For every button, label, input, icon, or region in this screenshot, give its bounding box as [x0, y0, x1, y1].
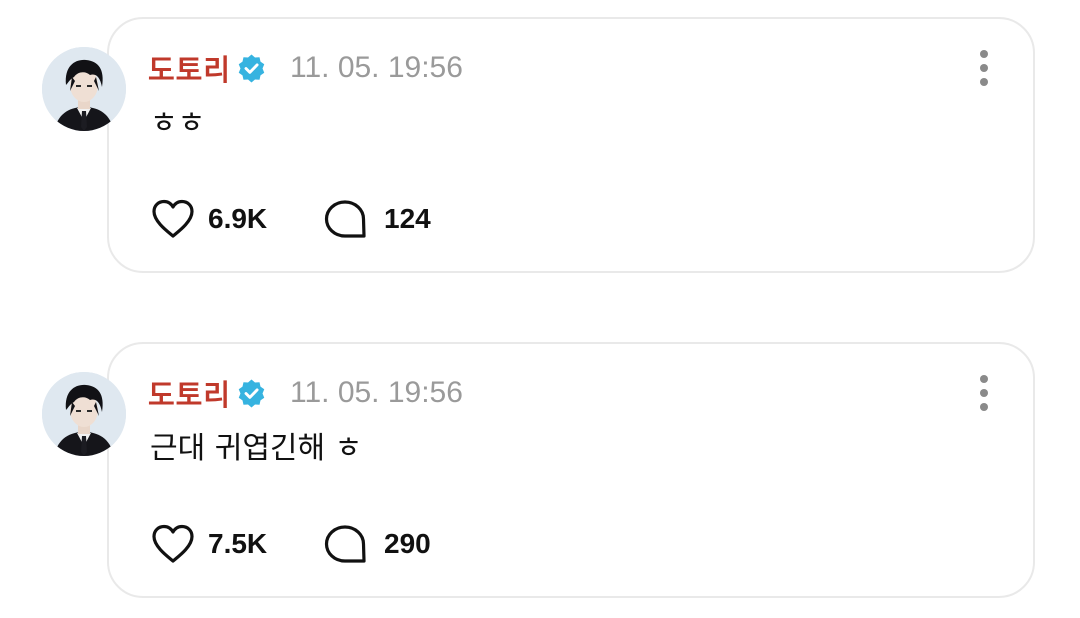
reply-count: 124: [384, 203, 431, 234]
verified-badge-icon: [238, 53, 265, 83]
comment-bubble-icon: [324, 525, 366, 563]
author-name[interactable]: 도토리: [148, 47, 231, 89]
kebab-menu-icon: [980, 375, 988, 411]
avatar-image: [42, 47, 126, 131]
like-button[interactable]: 6.9K: [150, 196, 267, 242]
post-text: 근대 귀엽긴해 ㅎ: [150, 431, 363, 466]
reply-button[interactable]: 290: [322, 521, 431, 567]
kebab-menu-icon: [980, 50, 988, 86]
more-options-button[interactable]: [968, 48, 1000, 88]
avatar-image: [42, 372, 126, 456]
like-count: 7.5K: [208, 528, 268, 559]
avatar[interactable]: [42, 372, 126, 456]
heart-icon: [152, 524, 194, 563]
author-name[interactable]: 도토리: [148, 372, 231, 414]
reply-count: 290: [384, 528, 431, 559]
post-item[interactable]: 도토리 11. 05. 19:56 ㅎㅎ 6.9K 124: [0, 0, 1080, 280]
post-text: ㅎㅎ: [150, 106, 206, 141]
post-timestamp: 11. 05. 19:56: [290, 51, 463, 84]
reply-button[interactable]: 124: [322, 196, 431, 242]
verified-badge-icon: [238, 378, 265, 408]
like-button[interactable]: 7.5K: [150, 521, 267, 567]
heart-icon: [152, 199, 194, 238]
like-count: 6.9K: [208, 203, 268, 234]
avatar[interactable]: [42, 47, 126, 131]
author-block[interactable]: 도토리: [148, 48, 266, 88]
author-block[interactable]: 도토리: [148, 373, 266, 413]
comment-bubble-icon: [324, 200, 366, 238]
more-options-button[interactable]: [968, 373, 1000, 413]
post-item[interactable]: 도토리 11. 05. 19:56 근대 귀엽긴해 ㅎ 7.5K 290: [0, 325, 1080, 605]
post-timestamp: 11. 05. 19:56: [290, 376, 463, 409]
